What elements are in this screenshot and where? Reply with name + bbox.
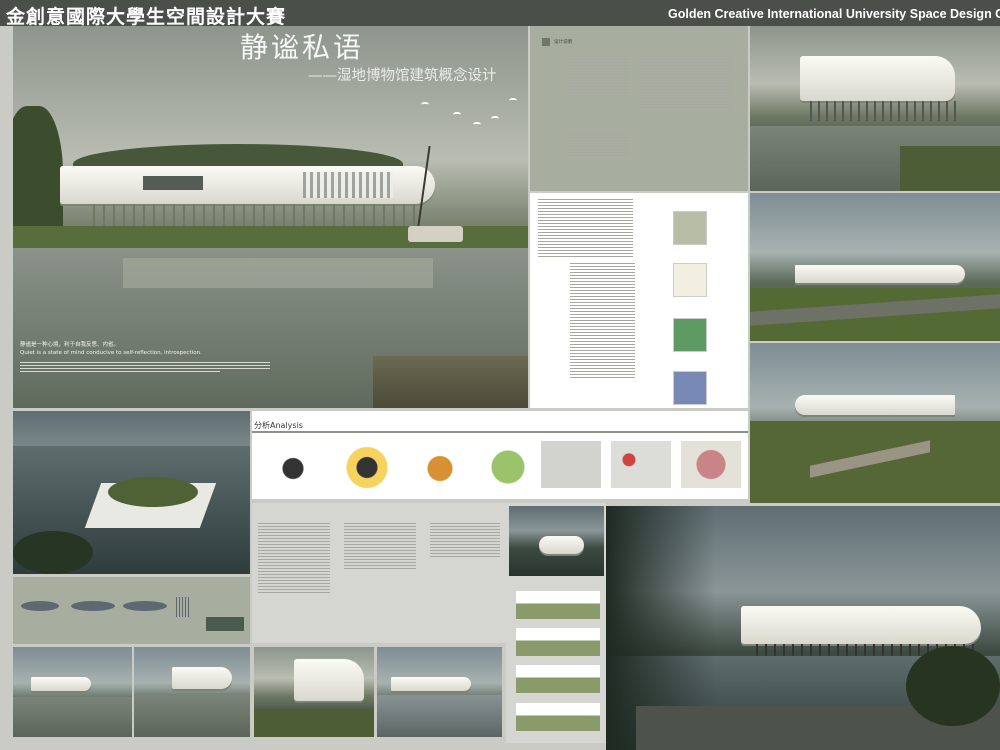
analysis-diagram-1 (258, 446, 328, 491)
analysis-map-2 (611, 441, 671, 488)
analysis-diagram-2 (332, 440, 402, 490)
render-aerial (13, 411, 250, 574)
analysis-map-1 (541, 441, 601, 488)
panel-icon (542, 38, 550, 46)
hero-body-text (20, 362, 270, 374)
elevations-panel (506, 503, 606, 743)
analysis-map-3 (681, 441, 741, 488)
form-evolution-strip (13, 577, 250, 644)
project-title: 静谧私语 (240, 31, 365, 64)
design-description-panel: 设计说明 (530, 26, 748, 191)
render-bottom-1 (13, 647, 132, 737)
render-bottom-2 (134, 647, 250, 737)
site-map-water (673, 371, 707, 405)
concept-text-panel (252, 503, 506, 643)
render-bottom-3 (254, 647, 374, 737)
header-bar: 金創意國際大學生空間設計大賽 Golden Creative Internati… (0, 0, 1000, 28)
render-bottom-4 (377, 647, 502, 737)
project-subtitle: ——湿地博物馆建筑概念设计 (308, 68, 497, 84)
competition-title-cn: 金創意國際大學生空間設計大賽 (6, 6, 287, 28)
competition-title-en: Golden Creative International University… (668, 7, 1000, 21)
elevation-4 (516, 703, 600, 731)
site-map-context (673, 211, 707, 245)
elevation-1 (516, 591, 600, 619)
design-description-label: 设计说明 (554, 40, 572, 45)
caption-cn: 静谧是一种心境，利于自我反思、内省。 (20, 342, 120, 348)
site-map-paths (673, 263, 707, 297)
analysis-diagram-4 (478, 444, 538, 490)
elevation-2 (516, 628, 600, 656)
site-analysis-panel (530, 193, 748, 408)
render-right-3 (750, 343, 1000, 503)
analysis-diagram-3 (405, 446, 475, 491)
caption-en: Quiet is a state of mind conducive to se… (20, 350, 202, 356)
render-right-2 (750, 193, 1000, 341)
render-large-bottom-right (606, 506, 1000, 750)
render-right-1 (750, 26, 1000, 191)
render-small-top (509, 506, 604, 576)
analysis-title: 分析Analysis (254, 421, 303, 430)
elevation-3 (516, 665, 600, 693)
site-map-green (673, 318, 707, 352)
